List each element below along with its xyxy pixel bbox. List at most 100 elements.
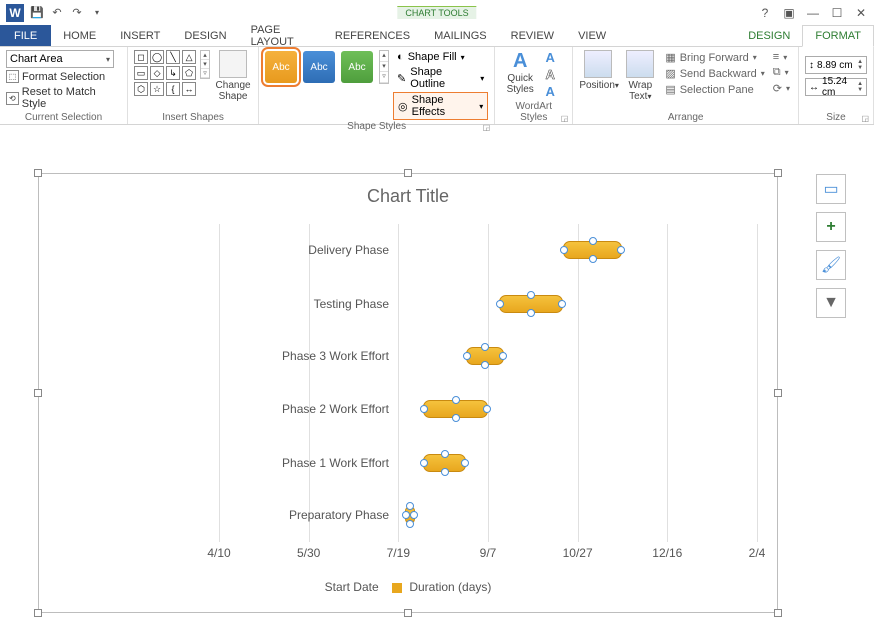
shapes-more[interactable]: ▴▾▿	[200, 50, 210, 79]
selection-pane-button[interactable]: ▤Selection Pane	[663, 82, 766, 97]
bring-forward-button[interactable]: ▦Bring Forward▾	[663, 50, 766, 65]
tab-design[interactable]: DESIGN	[172, 25, 238, 46]
format-selection-button[interactable]: ⬚ Format Selection	[6, 69, 121, 84]
chart-title[interactable]: Chart Title	[39, 174, 777, 213]
qat-customize-icon[interactable]: ▾	[90, 6, 104, 20]
undo-icon[interactable]: ↶	[50, 6, 64, 20]
y-tick: Phase 2 Work Effort	[249, 402, 389, 416]
x-tick: 7/19	[387, 542, 410, 560]
send-backward-button[interactable]: ▨Send Backward▾	[663, 66, 766, 81]
tab-file[interactable]: FILE	[0, 25, 51, 46]
tab-chart-format[interactable]: FORMAT	[802, 25, 874, 47]
x-tick: 9/7	[480, 542, 497, 560]
data-bar[interactable]	[423, 454, 466, 472]
help-icon[interactable]: ?	[758, 6, 772, 20]
data-bar[interactable]	[466, 347, 504, 365]
titlebar: W 💾 ↶ ↷ ▾ CHART TOOLS ? ▣ — ☐ ✕	[0, 0, 874, 25]
legend-item: Duration (days)	[409, 580, 491, 594]
tab-mailings[interactable]: MAILINGS	[422, 25, 499, 46]
chart-layout-button[interactable]: ▭	[816, 174, 846, 204]
bucket-icon: ◐	[397, 51, 404, 63]
minimize-icon[interactable]: —	[806, 6, 820, 20]
resize-handle[interactable]	[404, 169, 412, 177]
shape-outline-button[interactable]: ✎ Shape Outline ▾	[393, 65, 488, 91]
resize-handle[interactable]	[774, 609, 782, 617]
wordart-a-icon: A	[501, 50, 539, 73]
quick-styles-label: Quick Styles	[507, 73, 534, 95]
group-label-size: Size◲	[805, 111, 867, 123]
gridline	[309, 224, 310, 542]
chart-styles-button[interactable]: 🖌	[816, 250, 846, 280]
ribbon-tabs: FILE HOME INSERT DESIGN PAGE LAYOUT REFE…	[0, 25, 874, 47]
chart-element-combo[interactable]: Chart Area ▾	[6, 50, 114, 68]
gridline	[757, 224, 758, 542]
chart-legend[interactable]: Start Date Duration (days)	[39, 580, 777, 594]
tab-home[interactable]: HOME	[51, 25, 108, 46]
group-label-shape-styles: Shape Styles◲	[265, 120, 488, 132]
group-label-wordart: WordArt Styles◲	[501, 100, 566, 123]
save-icon[interactable]: 💾	[30, 6, 44, 20]
ribbon-options-icon[interactable]: ▣	[782, 6, 796, 20]
resize-handle[interactable]	[34, 169, 42, 177]
shape-style-blue[interactable]: Abc	[303, 51, 335, 83]
resize-handle[interactable]	[34, 389, 42, 397]
data-bar[interactable]	[423, 400, 488, 418]
shape-width-input[interactable]: ↔ 15.24 cm ▲▼	[805, 78, 867, 96]
position-button[interactable]: Position▾	[579, 50, 617, 91]
chart-object[interactable]: Chart Title 4/10 5/30 7/19 9/7 10/27 12/…	[38, 173, 778, 613]
redo-icon[interactable]: ↷	[70, 6, 84, 20]
document-canvas[interactable]: Chart Title 4/10 5/30 7/19 9/7 10/27 12/…	[20, 145, 804, 622]
width-icon: ↔	[809, 82, 819, 93]
rotate-button[interactable]: ⟳▾	[771, 81, 792, 96]
reset-style-button[interactable]: ⟲ Reset to Match Style	[6, 85, 121, 111]
shape-style-gallery[interactable]: Abc Abc Abc ▴▾▿	[265, 50, 389, 84]
reset-style-label: Reset to Match Style	[22, 86, 121, 110]
rotate-icon: ⟳	[773, 82, 782, 95]
data-bar[interactable]	[563, 241, 622, 259]
plot-area[interactable]: 4/10 5/30 7/19 9/7 10/27 12/16 2/4 Deliv…	[219, 224, 757, 542]
shape-style-green[interactable]: Abc	[341, 51, 373, 83]
group-wordart-styles: A Quick Styles AAA WordArt Styles◲	[495, 47, 573, 124]
chart-elements-button[interactable]: +	[816, 212, 846, 242]
word-logo: W	[6, 4, 24, 22]
resize-handle[interactable]	[404, 609, 412, 617]
wordart-extras[interactable]: AAA	[543, 50, 557, 99]
tab-review[interactable]: REVIEW	[499, 25, 566, 46]
quick-styles-button[interactable]: A Quick Styles	[501, 50, 539, 95]
shape-width-value: 15.24 cm	[822, 76, 854, 98]
resize-handle[interactable]	[774, 389, 782, 397]
shapes-gallery[interactable]: ◻◯╲△ ▭◇↳⬠ ⬡☆{↔	[134, 50, 196, 96]
dialog-launcher-icon[interactable]: ◲	[861, 114, 869, 123]
shape-effects-button[interactable]: ◎ Shape Effects ▾	[393, 92, 488, 120]
wrap-text-button[interactable]: Wrap Text▾	[621, 50, 659, 102]
group-button[interactable]: ⧉▾	[771, 65, 792, 80]
dialog-launcher-icon[interactable]: ◲	[561, 114, 569, 123]
shape-height-input[interactable]: ↕ 8.89 cm ▲▼	[805, 56, 867, 74]
tab-references[interactable]: REFERENCES	[323, 25, 422, 46]
maximize-icon[interactable]: ☐	[830, 6, 844, 20]
resize-handle[interactable]	[34, 609, 42, 617]
gridline	[219, 224, 220, 542]
shape-style-more[interactable]: ▴▾▿	[379, 50, 389, 84]
dialog-launcher-icon[interactable]: ◲	[483, 123, 491, 132]
data-bar[interactable]	[499, 295, 564, 313]
shape-height-value: 8.89 cm	[817, 60, 853, 71]
legend-swatch-icon	[392, 583, 402, 593]
tab-insert[interactable]: INSERT	[108, 25, 172, 46]
wrap-text-icon	[626, 50, 654, 78]
shape-fill-button[interactable]: ◐ Shape Fill ▾	[393, 50, 488, 64]
shape-outline-label: Shape Outline	[410, 66, 476, 90]
tab-page-layout[interactable]: PAGE LAYOUT	[239, 25, 323, 46]
format-selection-icon: ⬚	[6, 70, 19, 83]
group-label-insert-shapes: Insert Shapes	[134, 111, 252, 123]
tab-view[interactable]: VIEW	[566, 25, 618, 46]
data-bar[interactable]	[405, 506, 416, 524]
close-icon[interactable]: ✕	[854, 6, 868, 20]
change-shape-button[interactable]: Change Shape	[214, 50, 252, 102]
pen-icon: ✎	[397, 72, 406, 85]
shape-style-orange[interactable]: Abc	[265, 51, 297, 83]
resize-handle[interactable]	[774, 169, 782, 177]
tab-chart-design[interactable]: DESIGN	[736, 25, 802, 46]
chart-filters-button[interactable]: ▼	[816, 288, 846, 318]
align-button[interactable]: ≡▾	[771, 50, 792, 64]
